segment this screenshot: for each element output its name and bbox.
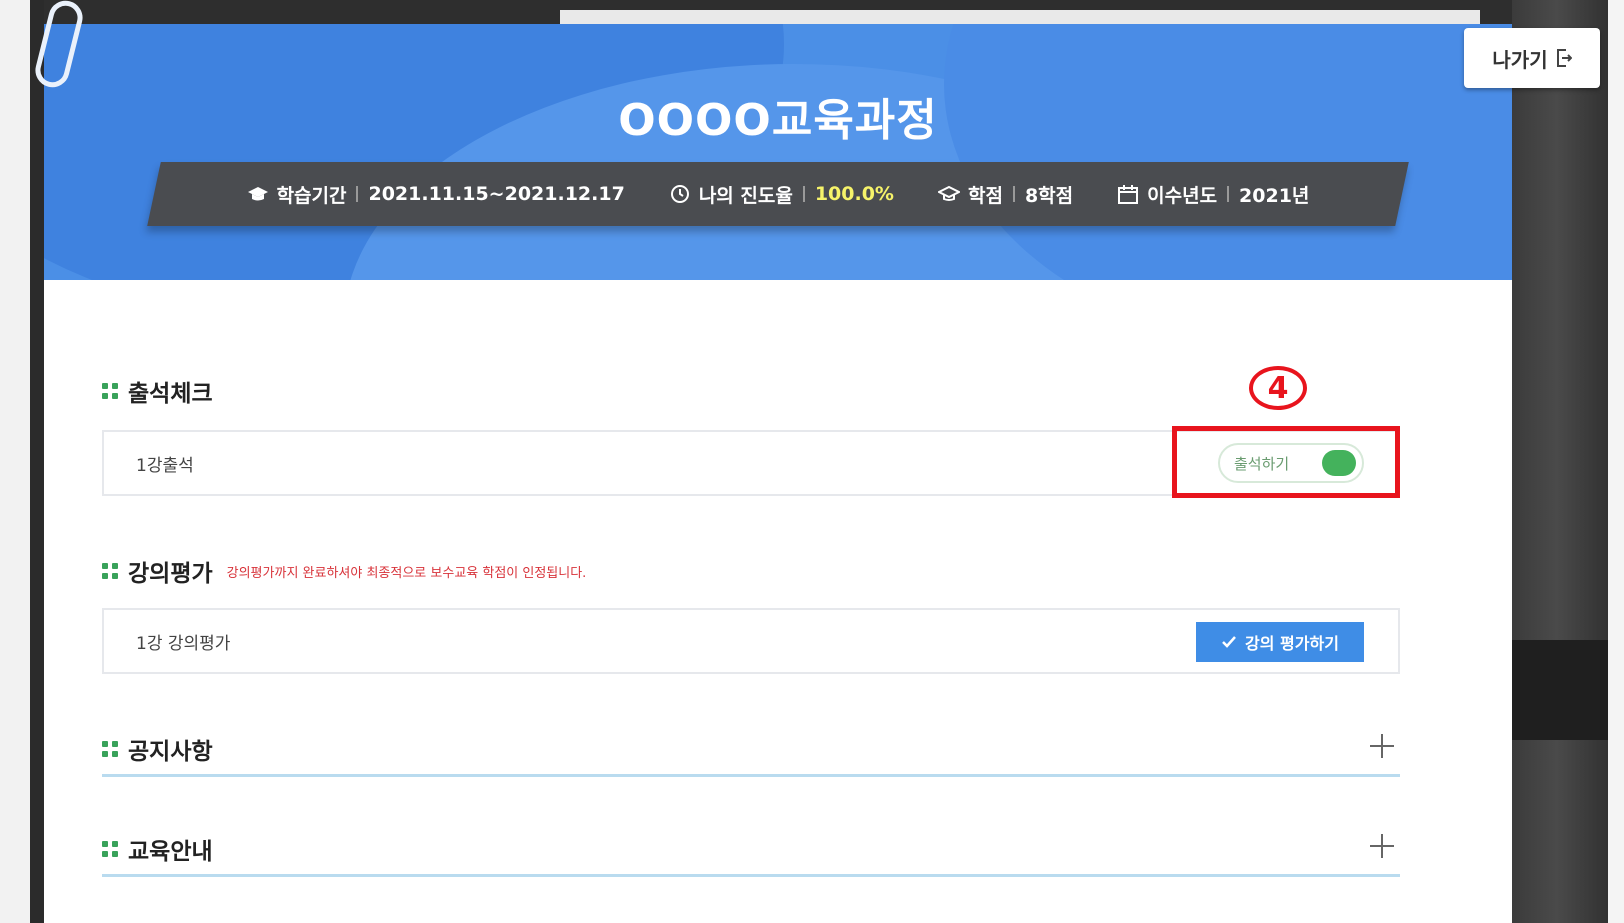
info-value: 2021.11.15~2021.12.17 — [368, 183, 625, 205]
expand-plus-icon[interactable] — [1368, 832, 1396, 860]
clock-icon — [670, 185, 689, 203]
section-title-text: 교육안내 — [128, 839, 213, 865]
background-paper-edge — [0, 0, 30, 923]
course-info-bar: 학습기간 2021.11.15~2021.12.17 나의 진도율 100.0%… — [154, 162, 1402, 226]
info-label: 학습기간 — [276, 184, 347, 207]
accordion-notice[interactable]: 공지사항 — [102, 732, 213, 766]
header-decoration — [944, 24, 1512, 280]
divider — [802, 186, 805, 202]
exit-button-label: 나가기 — [1492, 47, 1548, 72]
accordion-guide[interactable]: 교육안내 — [102, 832, 213, 866]
annotation-highlight-box — [1172, 426, 1400, 498]
info-value: 8학점 — [1024, 184, 1074, 207]
background-paper-edge-right — [1608, 0, 1624, 923]
calendar-icon — [1118, 185, 1139, 204]
section-title-text: 출석체크 — [128, 381, 213, 407]
divider — [1227, 186, 1230, 202]
accordion-divider — [102, 874, 1400, 877]
lecture-evaluation-button[interactable]: 강의 평가하기 — [1196, 622, 1364, 662]
info-study-period: 학습기간 2021.11.15~2021.12.17 — [247, 181, 625, 208]
accordion-divider — [102, 774, 1400, 777]
bullet-icon — [102, 841, 118, 857]
annotation-number: 4 — [1249, 366, 1307, 410]
evaluation-notice: 강의평가까지 완료하셔야 최종적으로 보수교육 학점이 인정됩니다. — [226, 565, 587, 581]
info-completion-year: 이수년도 2021년 — [1117, 181, 1309, 208]
evaluation-button-label: 강의 평가하기 — [1245, 634, 1339, 653]
evaluation-row-label: 1강 강의평가 — [136, 633, 231, 654]
section-title-attendance: 출석체크 — [102, 374, 213, 408]
checkmark-icon — [1222, 636, 1236, 648]
bullet-icon — [102, 741, 118, 757]
info-value: 100.0% — [814, 183, 894, 205]
section-title-text: 강의평가 — [128, 561, 213, 587]
background-frame-left — [30, 0, 44, 923]
exit-button[interactable]: 나가기 — [1464, 28, 1600, 88]
bullet-icon — [102, 383, 118, 399]
divider — [1012, 186, 1015, 202]
course-page: OOOO교육과정 학습기간 2021.11.15~2021.12.17 나의 진… — [44, 24, 1512, 923]
divider — [356, 186, 359, 202]
mortarboard-icon — [937, 185, 960, 201]
course-header: OOOO교육과정 — [44, 24, 1512, 280]
info-label: 이수년도 — [1147, 184, 1218, 207]
info-progress: 나의 진도율 100.0% — [669, 181, 894, 208]
graduation-cap-icon — [247, 187, 268, 201]
page-title: OOOO교육과정 — [618, 95, 938, 146]
expand-plus-icon[interactable] — [1368, 732, 1396, 760]
section-title-text: 공지사항 — [128, 739, 213, 765]
bullet-icon — [102, 563, 118, 579]
info-label: 나의 진도율 — [698, 184, 793, 207]
info-credits: 학점 8학점 — [937, 181, 1074, 208]
info-value: 2021년 — [1239, 184, 1310, 207]
attendance-row-label: 1강출석 — [136, 455, 194, 476]
exit-icon — [1556, 49, 1572, 67]
section-title-evaluation: 강의평가 강의평가까지 완료하셔야 최종적으로 보수교육 학점이 인정됩니다. — [102, 554, 586, 588]
info-label: 학점 — [967, 184, 1003, 207]
